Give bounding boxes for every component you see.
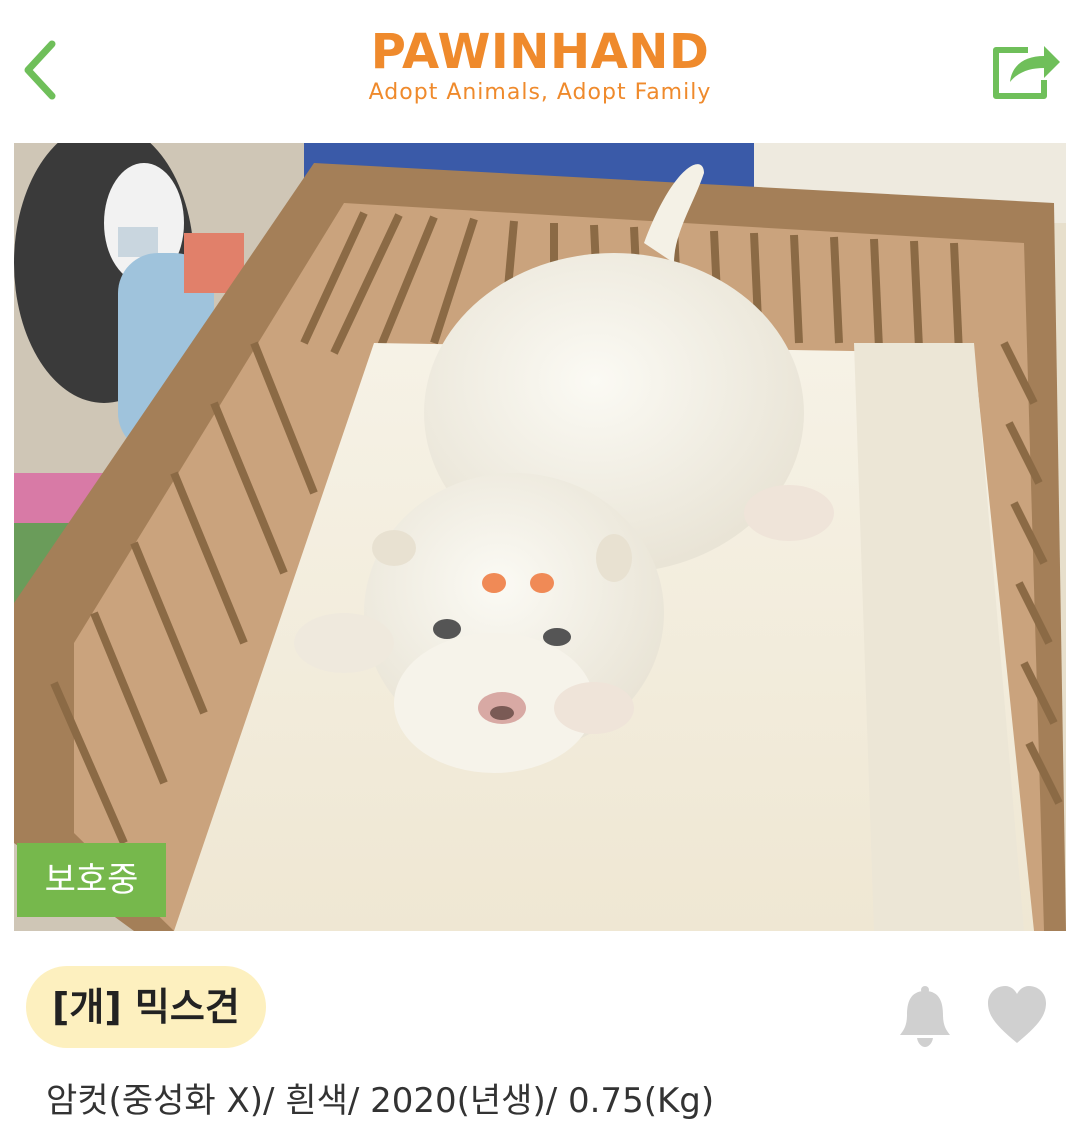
share-button[interactable] xyxy=(988,38,1062,102)
favorite-button[interactable] xyxy=(986,985,1048,1045)
app-header: PAWINHAND Adopt Animals, Adopt Family xyxy=(0,0,1080,143)
animal-name: [개] 믹스견 xyxy=(26,966,266,1048)
animal-photo xyxy=(14,143,1066,931)
animal-details: 암컷(중성화 X)/ 흰색/ 2020(년생)/ 0.75(Kg) xyxy=(46,1081,715,1121)
brand-subtitle: Adopt Animals, Adopt Family xyxy=(368,80,712,105)
bell-icon xyxy=(900,986,950,1047)
status-badge: 보호중 xyxy=(17,843,166,917)
brand-title: PAWINHAND xyxy=(370,24,710,80)
notification-button[interactable] xyxy=(898,985,952,1047)
share-icon xyxy=(993,46,1060,99)
heart-icon xyxy=(988,986,1046,1043)
